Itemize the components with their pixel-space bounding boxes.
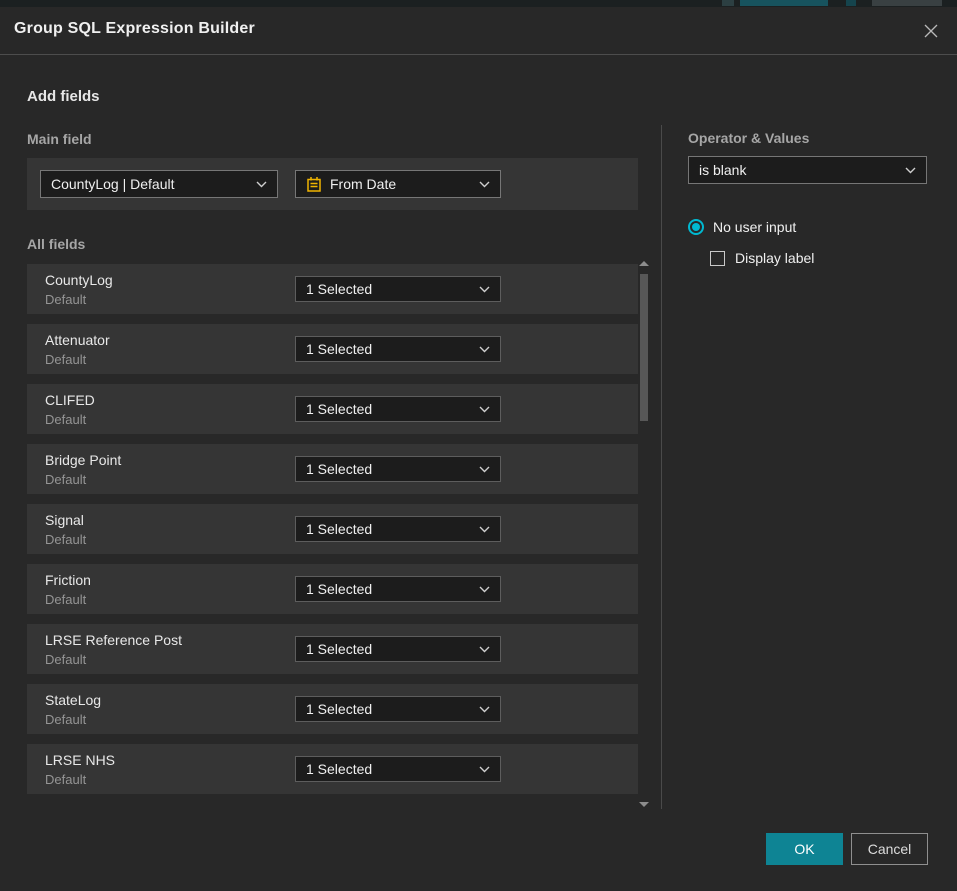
- scrollbar-thumb[interactable]: [640, 274, 648, 421]
- layer-select[interactable]: CountyLog | Default: [40, 170, 278, 198]
- field-subtitle: Default: [45, 712, 86, 727]
- field-row: Attenuator Default 1 Selected: [27, 324, 638, 374]
- field-select[interactable]: From Date: [295, 170, 501, 198]
- field-name: Friction: [45, 572, 91, 588]
- chevron-down-icon: [479, 586, 490, 593]
- main-field-panel: CountyLog | Default From Date: [27, 158, 638, 210]
- field-selection-dropdown[interactable]: 1 Selected: [295, 636, 501, 662]
- field-selection-dropdown[interactable]: 1 Selected: [295, 456, 501, 482]
- dialog-header: Group SQL Expression Builder: [0, 7, 957, 55]
- background-app-strip: [0, 0, 957, 7]
- field-selection-value: 1 Selected: [306, 281, 473, 297]
- field-selection-dropdown[interactable]: 1 Selected: [295, 516, 501, 542]
- cancel-button[interactable]: Cancel: [851, 833, 928, 865]
- field-row: StateLog Default 1 Selected: [27, 684, 638, 734]
- field-subtitle: Default: [45, 592, 86, 607]
- field-name: CLIFED: [45, 392, 95, 408]
- field-selection-value: 1 Selected: [306, 461, 473, 477]
- close-button[interactable]: [913, 13, 949, 49]
- field-subtitle: Default: [45, 772, 86, 787]
- field-selection-dropdown[interactable]: 1 Selected: [295, 696, 501, 722]
- close-icon: [923, 23, 939, 39]
- chevron-down-icon: [479, 406, 490, 413]
- chevron-down-icon: [479, 181, 490, 188]
- ok-button[interactable]: OK: [766, 833, 843, 865]
- group-sql-expression-builder-dialog: Group SQL Expression Builder Add fields …: [0, 7, 957, 891]
- field-select-value: From Date: [330, 176, 473, 192]
- no-user-input-label: No user input: [713, 219, 796, 235]
- field-name: CountyLog: [45, 272, 113, 288]
- field-selection-value: 1 Selected: [306, 701, 473, 717]
- field-selection-value: 1 Selected: [306, 521, 473, 537]
- chevron-down-icon: [479, 646, 490, 653]
- field-selection-dropdown[interactable]: 1 Selected: [295, 276, 501, 302]
- field-name: StateLog: [45, 692, 101, 708]
- background-fragment: [872, 0, 942, 6]
- field-row: LRSE Reference Post Default 1 Selected: [27, 624, 638, 674]
- field-selection-value: 1 Selected: [306, 641, 473, 657]
- field-row: CountyLog Default 1 Selected: [27, 264, 638, 314]
- field-selection-dropdown[interactable]: 1 Selected: [295, 756, 501, 782]
- chevron-down-icon: [479, 706, 490, 713]
- field-subtitle: Default: [45, 532, 86, 547]
- background-fragment: [722, 0, 734, 6]
- field-selection-value: 1 Selected: [306, 761, 473, 777]
- chevron-down-icon: [479, 466, 490, 473]
- field-row: CLIFED Default 1 Selected: [27, 384, 638, 434]
- field-selection-value: 1 Selected: [306, 401, 473, 417]
- scrollbar-down-arrow-icon[interactable]: [639, 802, 649, 807]
- field-subtitle: Default: [45, 352, 86, 367]
- chevron-down-icon: [256, 181, 267, 188]
- background-fragment: [846, 0, 856, 6]
- radio-selected-icon: [688, 219, 704, 235]
- field-row: Friction Default 1 Selected: [27, 564, 638, 614]
- field-selection-value: 1 Selected: [306, 341, 473, 357]
- field-selection-dropdown[interactable]: 1 Selected: [295, 336, 501, 362]
- display-label-checkbox-row[interactable]: Display label: [710, 250, 814, 266]
- dialog-title: Group SQL Expression Builder: [14, 20, 255, 38]
- no-user-input-radio[interactable]: No user input: [688, 219, 796, 235]
- scrollbar-up-arrow-icon[interactable]: [639, 261, 649, 266]
- field-row: LRSE NHS Default 1 Selected: [27, 744, 638, 794]
- field-subtitle: Default: [45, 652, 86, 667]
- all-fields-label: All fields: [27, 236, 85, 252]
- field-row: Signal Default 1 Selected: [27, 504, 638, 554]
- display-label-text: Display label: [735, 250, 814, 266]
- calendar-icon: [306, 176, 322, 193]
- field-name: Bridge Point: [45, 452, 121, 468]
- background-fragment: [740, 0, 828, 6]
- layer-select-value: CountyLog | Default: [51, 176, 250, 192]
- field-name: Signal: [45, 512, 84, 528]
- field-selection-dropdown[interactable]: 1 Selected: [295, 576, 501, 602]
- chevron-down-icon: [479, 526, 490, 533]
- operator-select[interactable]: is blank: [688, 156, 927, 184]
- field-name: Attenuator: [45, 332, 110, 348]
- field-subtitle: Default: [45, 292, 86, 307]
- chevron-down-icon: [479, 286, 490, 293]
- panel-divider: [661, 125, 662, 809]
- field-row: Bridge Point Default 1 Selected: [27, 444, 638, 494]
- chevron-down-icon: [905, 167, 916, 174]
- add-fields-heading: Add fields: [27, 88, 100, 105]
- operator-select-value: is blank: [699, 162, 899, 178]
- field-name: LRSE NHS: [45, 752, 115, 768]
- field-name: LRSE Reference Post: [45, 632, 182, 648]
- main-field-label: Main field: [27, 131, 92, 147]
- field-subtitle: Default: [45, 472, 86, 487]
- chevron-down-icon: [479, 346, 490, 353]
- all-fields-list: CountyLog Default 1 Selected Attenuator …: [27, 264, 638, 804]
- field-selection-value: 1 Selected: [306, 581, 473, 597]
- operator-values-label: Operator & Values: [688, 130, 809, 146]
- field-subtitle: Default: [45, 412, 86, 427]
- chevron-down-icon: [479, 766, 490, 773]
- field-selection-dropdown[interactable]: 1 Selected: [295, 396, 501, 422]
- list-scrollbar[interactable]: [638, 257, 650, 809]
- checkbox-unchecked-icon[interactable]: [710, 251, 725, 266]
